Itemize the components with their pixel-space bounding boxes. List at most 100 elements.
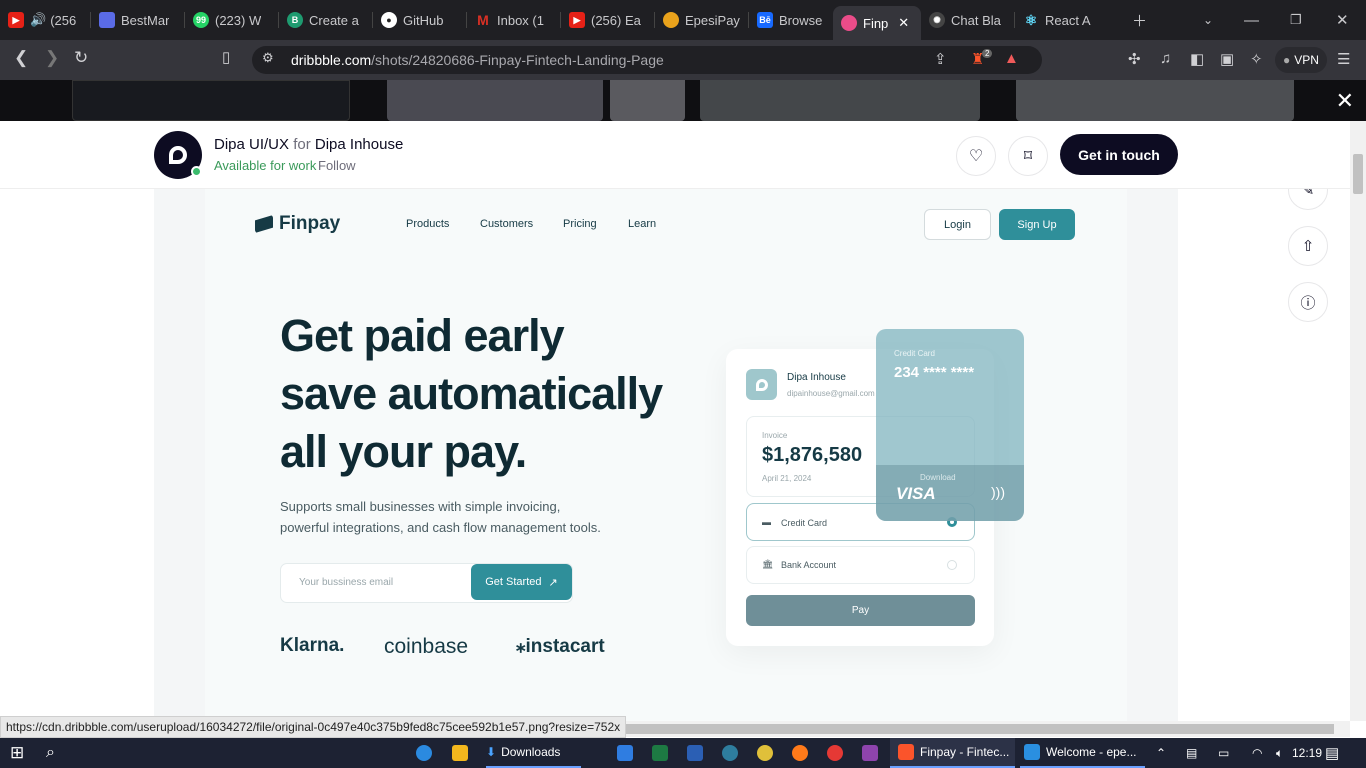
follow-link[interactable]: Follow <box>318 158 356 173</box>
tab-whatsapp[interactable]: 99 (223) W <box>185 0 279 40</box>
save-button[interactable]: ⌑ <box>1008 136 1048 176</box>
team-name[interactable]: Dipa Inhouse <box>315 136 403 153</box>
tab-list-chevron-icon[interactable]: ⌄ <box>1203 0 1213 40</box>
reload-icon[interactable]: ↻ <box>74 48 88 68</box>
game-taskbar-icon[interactable] <box>862 738 878 768</box>
invoice-date: April 21, 2024 <box>762 474 812 483</box>
brave-taskbar-button[interactable]: Finpay - Fintec... <box>890 738 1015 768</box>
volume-icon[interactable]: 🔈︎ <box>1276 738 1283 768</box>
tab-bar: ▶ 🔊 (256 BestMar 99 (223) W B Create a ● GitH… <box>0 0 1366 40</box>
search-icon[interactable]: ⌕ <box>46 738 55 768</box>
edge-taskbar-icon[interactable] <box>416 738 432 768</box>
credit-card-icon: ▬ <box>762 517 771 527</box>
bookmark-icon: ⌑ <box>1023 148 1033 165</box>
youtube-icon: ▶ <box>569 12 585 28</box>
tab-youtube-2[interactable]: ▶ (256) Ea <box>561 0 655 40</box>
dimmed-page <box>0 80 1366 121</box>
chrome-taskbar-icon[interactable] <box>757 738 773 768</box>
app-taskbar-icon[interactable] <box>827 738 843 768</box>
tab-finpay-active[interactable]: Finp ✕ <box>833 6 921 40</box>
finpay-logo-icon <box>255 215 273 233</box>
wifi-icon[interactable]: ◠ <box>1252 738 1262 768</box>
tab-create[interactable]: B Create a <box>279 0 373 40</box>
info-button[interactable]: ⓘ <box>1288 282 1328 322</box>
coin-icon <box>663 12 679 28</box>
contactless-icon: ))) <box>991 484 1005 500</box>
background-thumbnail <box>610 80 685 121</box>
clock[interactable]: 12:19 <box>1292 738 1322 768</box>
downloads-taskbar-button[interactable]: ⬇ Downloads <box>486 738 581 768</box>
heart-icon: ♡ <box>968 148 984 165</box>
brave-rewards-icon[interactable]: ▲ <box>1004 50 1019 67</box>
tab-bestmar[interactable]: BestMar <box>91 0 185 40</box>
shot-header-bar: Dipa UI/UX for Dipa Inhouse Available fo… <box>0 121 1350 189</box>
menu-icon[interactable]: ☰ <box>1337 50 1350 68</box>
invoice-label: Invoice <box>762 431 788 440</box>
brand-coinbase: coinbase <box>384 635 469 658</box>
option-credit-label: Credit Card <box>781 518 828 528</box>
excel-taskbar-icon[interactable] <box>652 738 668 768</box>
available-status: Available for work <box>214 158 317 173</box>
github-icon: ● <box>381 12 397 28</box>
mail-taskbar-icon[interactable] <box>617 738 633 768</box>
back-icon[interactable]: ❮ <box>14 48 28 68</box>
tab-chat[interactable]: ✺ Chat Bla <box>921 0 1015 40</box>
company-avatar <box>746 369 777 400</box>
visa-logo: VISA <box>896 484 936 503</box>
wallet-icon[interactable]: ▣ <box>1220 50 1234 68</box>
windows-start-icon[interactable]: ⊞ <box>10 738 24 768</box>
vscode-taskbar-button[interactable]: Welcome - epe... <box>1020 738 1145 768</box>
background-thumbnail <box>387 80 603 121</box>
search-app-taskbar-icon[interactable] <box>722 738 738 768</box>
tab-github[interactable]: ● GitHub <box>373 0 467 40</box>
finpay-landing: Finpay Products Customers Pricing Learn … <box>205 189 1127 721</box>
openai-icon: ✺ <box>929 12 945 28</box>
restore-button[interactable]: ❐ <box>1290 0 1302 40</box>
tray-app-icon[interactable]: ▤ <box>1186 738 1197 768</box>
b-icon: B <box>287 12 303 28</box>
close-tab-icon[interactable]: ✕ <box>898 15 909 31</box>
sidebar-icon[interactable]: ◧ <box>1190 50 1204 68</box>
site-settings-icon[interactable]: ⚙ <box>262 50 274 66</box>
close-modal-icon[interactable]: ✕ <box>1336 88 1354 114</box>
bookmark-icon[interactable]: ▯ <box>222 48 230 66</box>
share-icon: ⇧ <box>1301 238 1315 255</box>
speaker-icon[interactable]: 🔊 <box>30 12 46 28</box>
download-arrow-icon: ⬇ <box>486 745 497 759</box>
battery-icon[interactable]: ▭ <box>1218 738 1229 768</box>
radio-bank <box>947 560 957 570</box>
author-name[interactable]: Dipa UI/UX <box>214 136 289 153</box>
avatar[interactable] <box>154 131 202 179</box>
carrot-icon: ⁎ <box>516 636 526 657</box>
tab-youtube[interactable]: ▶ 🔊 (256 <box>0 0 91 40</box>
tab-gmail[interactable]: M Inbox (1 <box>467 0 561 40</box>
tray-chevron-icon[interactable]: ⌃ <box>1156 738 1166 768</box>
word-taskbar-icon[interactable] <box>687 738 703 768</box>
shot-image: Finpay Products Customers Pricing Learn … <box>154 189 1178 721</box>
forward-icon[interactable]: ❯ <box>45 48 59 68</box>
gmail-icon: M <box>477 12 489 28</box>
music-icon[interactable]: ♫ <box>1160 50 1171 67</box>
vpn-button[interactable]: ● VPN <box>1275 47 1327 73</box>
minimize-button[interactable]: — <box>1244 0 1259 40</box>
status-bar-url: https://cdn.dribbble.com/userupload/1603… <box>0 716 627 738</box>
share-icon[interactable]: ⇪ <box>934 50 947 68</box>
window-close-button[interactable]: ✕ <box>1336 0 1349 40</box>
vertical-scrollbar[interactable] <box>1350 121 1366 721</box>
notifications-icon[interactable]: ▤ <box>1325 738 1339 768</box>
leo-ai-icon[interactable]: ✧ <box>1250 50 1263 68</box>
dribbble-icon <box>841 15 857 31</box>
share-button[interactable]: ⇧ <box>1288 226 1328 266</box>
get-in-touch-button[interactable]: Get in touch <box>1060 134 1178 175</box>
tab-epesipay[interactable]: EpesiPay <box>655 0 749 40</box>
store-taskbar-icon[interactable] <box>452 738 468 768</box>
screen: { "browser": { "tabs": [ {"title": "(256… <box>0 0 1366 768</box>
new-tab-button[interactable]: ＋ <box>1132 0 1147 40</box>
like-button[interactable]: ♡ <box>956 136 996 176</box>
url-text[interactable]: dribbble.com/shots/24820686-Finpay-Finte… <box>291 52 664 68</box>
extensions-icon[interactable]: ✣ <box>1128 50 1141 68</box>
tab-behance[interactable]: Bē Browse <box>749 0 833 40</box>
tab-react[interactable]: ⚛React Ap <box>1015 0 1099 40</box>
pay-button: Pay <box>746 595 975 626</box>
firefox-taskbar-icon[interactable] <box>792 738 808 768</box>
